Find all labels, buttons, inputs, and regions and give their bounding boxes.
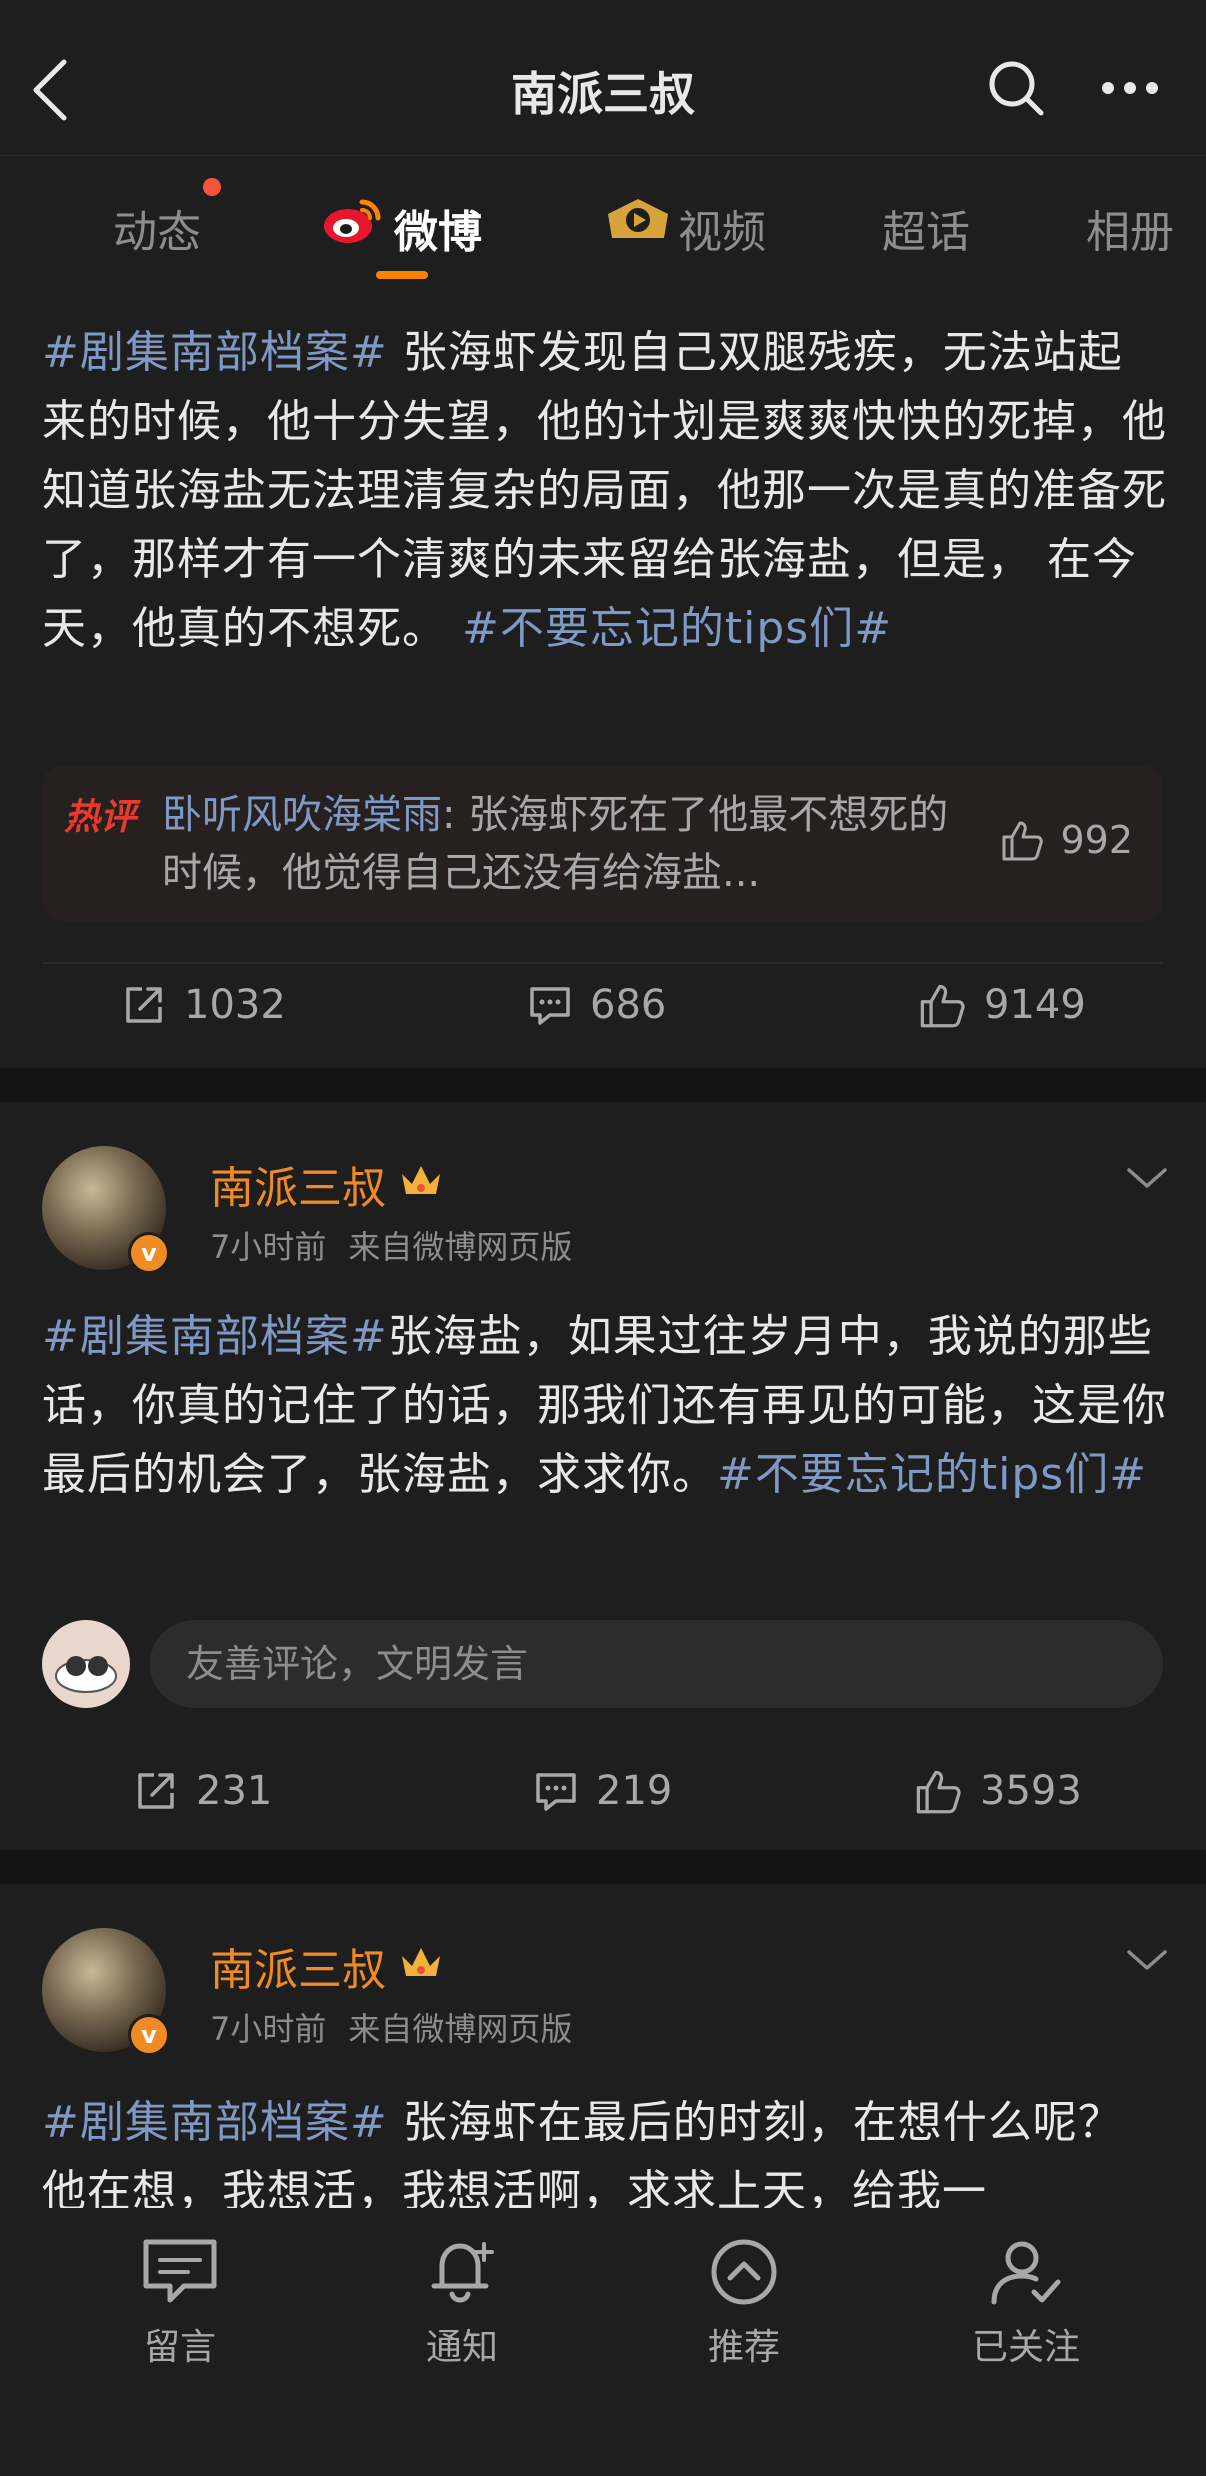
divider xyxy=(42,962,1163,964)
profile-tabs: 动态 微博 视频 超话 相册 xyxy=(0,155,1206,286)
post-card[interactable]: v 南派三叔 7小时前 来自微博网页版 #剧集南部档案#张海盐，如果过往岁月中，我… xyxy=(0,1102,1206,1850)
repost-count: 1032 xyxy=(184,982,286,1028)
bell-icon xyxy=(431,2242,494,2303)
nav-label: 已关注 xyxy=(971,2327,1080,2368)
tab-dynamic[interactable]: 动态 xyxy=(113,196,201,260)
repost-count: 231 xyxy=(196,1768,273,1814)
video-icon xyxy=(608,199,668,238)
repost-button[interactable]: 231 xyxy=(134,1768,272,1814)
search-icon[interactable] xyxy=(986,58,1046,118)
post-actions: 1032 686 9149 xyxy=(0,982,1206,1042)
hot-comment-text: 卧听风吹海棠雨: 张海虾死在了他最不想死的时候，他觉得自己还没有给海盐... xyxy=(162,786,962,902)
tab-weibo[interactable]: 微博 xyxy=(394,196,482,260)
weibo-logo-icon xyxy=(324,199,381,243)
nav-label: 留言 xyxy=(143,2327,216,2368)
more-icon[interactable] xyxy=(1100,80,1160,96)
message-icon xyxy=(143,2239,217,2303)
hot-comment-like-count: 992 xyxy=(1060,818,1133,862)
notification-button[interactable]: 通知 xyxy=(362,2236,562,2370)
like-count: 9149 xyxy=(984,982,1086,1028)
chevron-down-icon[interactable] xyxy=(1125,1166,1169,1190)
like-count: 3593 xyxy=(980,1768,1082,1814)
topic-link[interactable]: #不要忘记的tips们# xyxy=(462,603,892,654)
nav-label: 通知 xyxy=(425,2327,498,2368)
comment-count: 219 xyxy=(596,1768,673,1814)
thumbs-up-icon xyxy=(1002,821,1044,861)
post-text: #剧集南部档案#张海盐，如果过往岁月中，我说的那些话，你真的记住了的话，那我们还… xyxy=(42,1302,1167,1509)
followed-button[interactable]: 已关注 xyxy=(926,2236,1126,2370)
comment-icon xyxy=(536,1773,576,1811)
topic-link[interactable]: #不要忘记的tips们# xyxy=(717,1449,1147,1500)
my-avatar xyxy=(42,1620,130,1708)
like-button[interactable]: 9149 xyxy=(918,982,1086,1028)
message-button[interactable]: 留言 xyxy=(80,2236,280,2370)
post-source: 来自微博网页版 xyxy=(348,2010,573,2048)
post-text: #剧集南部档案# 张海虾在最后的时刻，在想什么呢？他在想，我想活，我想活啊，求求… xyxy=(42,2088,1167,2226)
topic-link[interactable]: #剧集南部档案# xyxy=(42,327,388,378)
recommend-button[interactable]: 推荐 xyxy=(644,2236,844,2370)
nav-label: 推荐 xyxy=(707,2327,780,2368)
repost-icon xyxy=(138,1773,174,1809)
verified-badge-icon: v xyxy=(128,2014,170,2056)
comment-button[interactable]: 686 xyxy=(528,982,666,1028)
crown-icon xyxy=(402,1166,440,1194)
bottom-action-bar: 留言 通知 推荐 已关注 xyxy=(0,2208,1206,2476)
comment-icon xyxy=(530,987,570,1025)
hot-comment-badge: 热评 xyxy=(64,797,137,838)
post-meta: 7小时前 来自微博网页版 xyxy=(210,2004,572,2050)
hot-comment-user[interactable]: 卧听风吹海棠雨 xyxy=(162,792,442,838)
repost-button[interactable]: 1032 xyxy=(122,982,286,1028)
thumbs-up-icon xyxy=(916,1770,961,1814)
post-card[interactable]: #剧集南部档案# 张海虾发现自己双腿残疾，无法站起来的时候，他十分失望，他的计划… xyxy=(0,286,1206,1068)
comment-button[interactable]: 219 xyxy=(534,1768,672,1814)
post-text: #剧集南部档案# 张海虾发现自己双腿残疾，无法站起来的时候，他十分失望，他的计划… xyxy=(42,318,1167,663)
followed-user-icon xyxy=(991,2241,1061,2305)
tab-video[interactable]: 视频 xyxy=(678,196,766,260)
post-card[interactable]: v 南派三叔 7小时前 来自微博网页版 #剧集南部档案# 张海虾在最后的时刻，在想… xyxy=(0,1884,1206,2217)
active-tab-indicator xyxy=(376,271,428,279)
author-name[interactable]: 南派三叔 xyxy=(210,1152,386,1216)
topic-link[interactable]: #剧集南部档案# xyxy=(42,1311,388,1362)
like-button[interactable]: 3593 xyxy=(914,1768,1082,1814)
post-time: 7小时前 xyxy=(210,1228,327,1266)
author-name[interactable]: 南派三叔 xyxy=(210,1934,386,1998)
thumbs-up-icon xyxy=(920,984,965,1028)
tab-album[interactable]: 相册 xyxy=(1086,196,1174,260)
top-navbar: 南派三叔 xyxy=(0,0,1206,155)
repost-icon xyxy=(126,987,162,1023)
topic-link[interactable]: #剧集南部档案# xyxy=(42,2097,388,2148)
hot-comment[interactable]: 热评 卧听风吹海棠雨: 张海虾死在了他最不想死的时候，他觉得自己还没有给海盐..… xyxy=(42,766,1163,921)
cat-avatar-icon xyxy=(55,1656,117,1693)
hot-comment-like-button[interactable]: 992 xyxy=(1000,818,1133,862)
notification-dot xyxy=(203,178,221,196)
comment-input[interactable]: 友善评论，文明发言 xyxy=(150,1620,1163,1708)
chevron-down-icon[interactable] xyxy=(1125,1948,1169,1972)
post-actions: 231 219 3593 xyxy=(0,1768,1206,1828)
post-source: 来自微博网页版 xyxy=(348,1228,573,1266)
tab-super-topic[interactable]: 超话 xyxy=(882,196,970,260)
crown-icon xyxy=(402,1948,440,1976)
post-meta: 7小时前 来自微博网页版 xyxy=(210,1222,572,1268)
verified-badge-icon: v xyxy=(128,1232,170,1274)
comment-count: 686 xyxy=(590,982,667,1028)
post-time: 7小时前 xyxy=(210,2010,327,2048)
recommend-icon xyxy=(711,2239,777,2305)
